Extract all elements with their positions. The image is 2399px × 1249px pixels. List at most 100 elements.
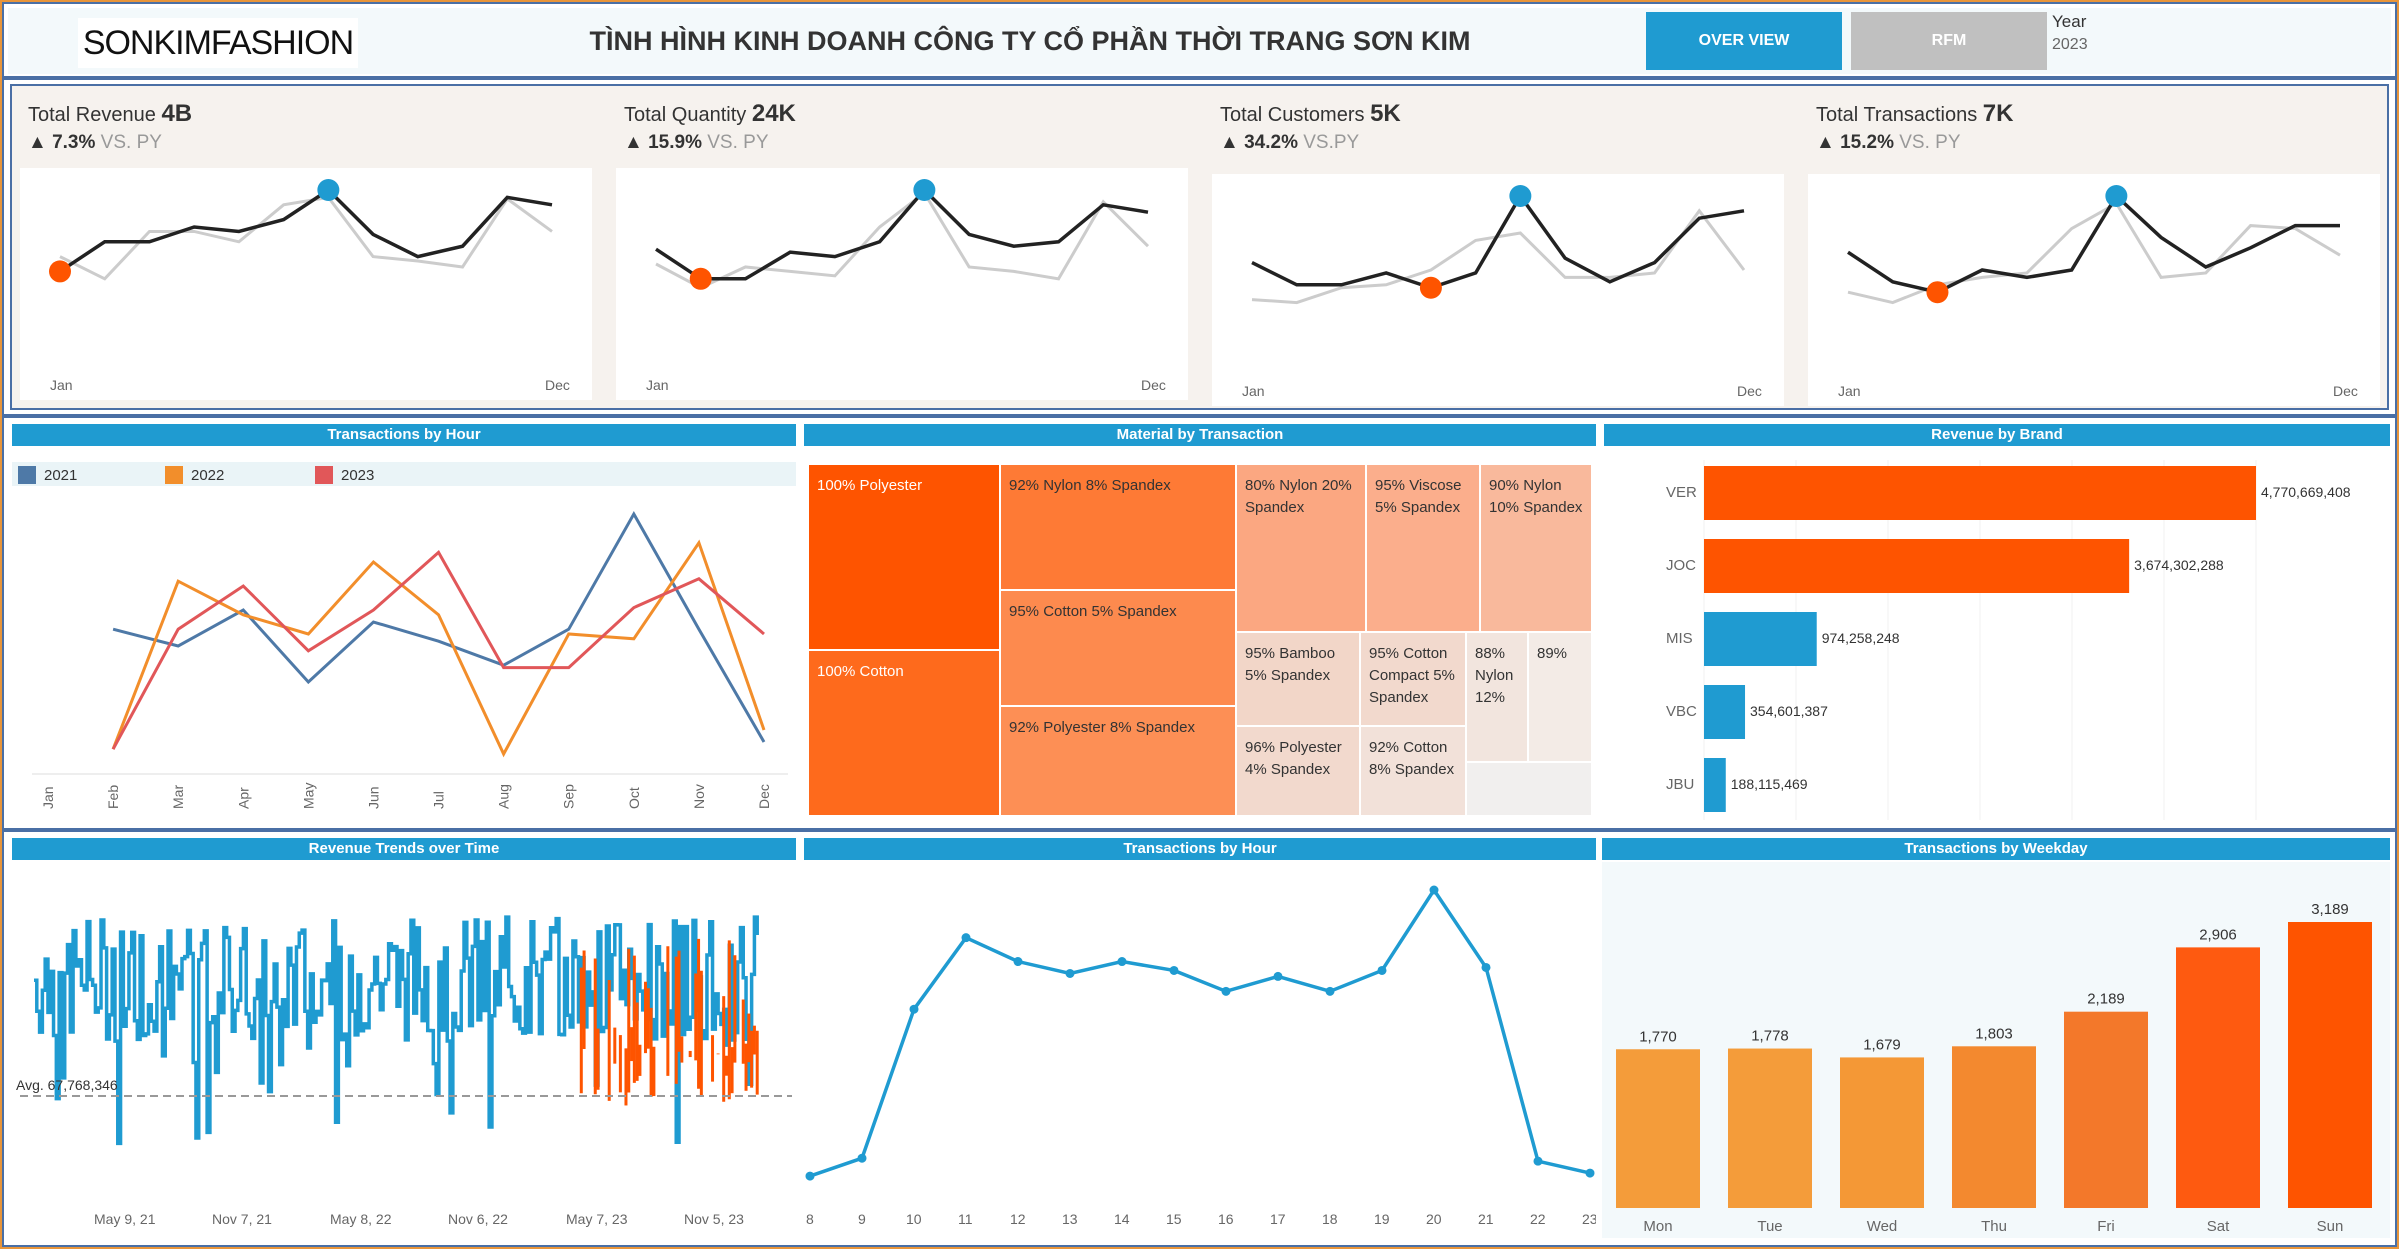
weekday-bar [2064,1011,2148,1208]
hour-point [1013,957,1023,967]
max-marker [2105,185,2128,207]
brand-bar [1704,612,1817,666]
treemap-cell[interactable]: 95% Cotton 5% Spandex [1000,590,1236,706]
x-tick-label: 19 [1374,1211,1390,1227]
hour-point [1429,885,1439,895]
hour-point [805,1171,815,1181]
treemap-cell[interactable]: 89% [1528,632,1592,762]
x-end-label: Dec [1141,377,1166,393]
tx-by-hour-year-panel: Transactions by Hour 2021 2022 2023 Jan F… [12,424,796,820]
max-marker [913,179,936,201]
treemap-cell[interactable]: 95% Viscose 5% Spandex [1366,464,1480,632]
hour-point [1377,965,1387,975]
hour-point [1585,1168,1595,1178]
brand-label: JOC [1666,557,1696,574]
x-end-label: Dec [1737,383,1762,399]
x-tick-label: Jun [365,786,381,809]
max-marker [317,179,340,201]
brand-bar-chart[interactable]: VER 4,770,669,408 JOC 3,674,302,288 MIS 974,2… [1604,424,2390,820]
series-line-2021 [112,510,766,743]
x-tick-label: 18 [1322,1211,1338,1227]
min-marker [1926,281,1949,304]
treemap-cell[interactable]: 92% Cotton 8% Spandex [1360,726,1466,816]
x-tick-label: May 8, 22 [330,1211,392,1227]
revenue-trend-chart[interactable]: Avg. 67,768,346 May 9, 21 Nov 7, 21 May 8, … [12,838,796,1238]
hour-point [1273,971,1283,981]
current-year-line [1847,193,2340,295]
rfm-button[interactable]: RFM [1851,12,2047,70]
x-tick-label: 17 [1270,1211,1286,1227]
treemap-cell[interactable] [1466,762,1592,816]
x-tick-label: Feb [105,785,121,809]
hour-point [1117,957,1127,967]
series-line-2023 [111,550,765,750]
treemap-cell[interactable]: 100% Cotton [808,650,1000,816]
x-start-label: Jan [1242,383,1265,399]
weekday-bar [1952,1046,2036,1208]
x-tick-label: 21 [1478,1211,1494,1227]
treemap-cell[interactable]: 88% Nylon 12% [1466,632,1528,762]
kpi-sparkline[interactable]: Jan Dec [1808,174,2380,406]
kpi-title: Total Quantity 24K [624,100,796,127]
weekday-value-label: 2,189 [2087,991,2125,1008]
kpi-card: Total Revenue 4B ▲ 7.3% VS. PY Jan Dec [12,86,592,412]
treemap-cell[interactable]: 90% Nylon 10% Spandex [1480,464,1592,632]
x-tick-label: Nov [691,784,707,809]
x-tick-label: Nov 5, 23 [684,1211,744,1227]
weekday-value-label: 2,906 [2199,926,2237,943]
x-tick-label: May [300,783,316,809]
weekday-bar [1840,1057,1924,1208]
kpi-change: ▲ 15.2% VS. PY [1816,132,1961,153]
brand-label: JBU [1666,776,1694,793]
hour-line-chart[interactable]: 8 9 10 11 12 13 14 15 16 17 18 19 20 21 22 23 [804,838,1596,1238]
treemap-cell[interactable]: 96% Polyester 4% Spandex [1236,726,1360,816]
material-treemap[interactable]: 100% Polyester 100% Cotton 92% Nylon 8% Sp… [808,464,1592,816]
kpi-change: ▲ 15.9% VS. PY [624,132,769,153]
kpi-sparkline[interactable]: Jan Dec [1212,174,1784,406]
brand-label: MIS [1666,630,1693,647]
hour-point [1481,962,1491,972]
treemap-cell[interactable]: 95% Cotton Compact 5% Spandex [1360,632,1466,726]
treemap-cell[interactable]: 100% Polyester [808,464,1000,650]
min-marker [689,267,712,290]
x-tick-label: Nov 7, 21 [212,1211,272,1227]
kpi-change: ▲ 34.2% VS.PY [1220,132,1360,153]
year-line-chart[interactable]: Jan Feb Mar Apr May Jun Jul Aug Sep Oct Nov Dec [12,424,796,820]
brand-bar [1704,539,2130,593]
weekday-bar-chart[interactable]: 1,770 Mon 1,778 Tue 1,679 Wed 1,803 Thu 2,189 Fri… [1602,838,2390,1238]
overview-button[interactable]: OVER VIEW [1646,12,1842,70]
divider [4,414,2395,418]
treemap-cell[interactable]: 80% Nylon 20% Spandex [1236,464,1366,632]
hour-point [857,1153,867,1163]
x-tick-label: 13 [1062,1211,1078,1227]
kpi-sparkline[interactable]: Jan Dec [616,168,1188,400]
weekday-label: Wed [1867,1218,1898,1235]
hour-point [1169,965,1179,975]
x-tick-label: Dec [756,784,772,809]
x-tick-label: Sep [561,784,577,809]
treemap-cell[interactable]: 95% Bamboo 5% Spandex [1236,632,1360,726]
weekday-bar [1616,1049,1700,1208]
weekday-label: Thu [1981,1218,2007,1235]
year-filter-value[interactable]: 2023 [2052,36,2088,54]
x-tick-label: 22 [1530,1211,1546,1227]
page-title: TÌNH HÌNH KINH DOANH CÔNG TY CỔ PHẦN THỜ… [589,26,1471,56]
x-tick-label: Jul [431,791,447,809]
weekday-value-label: 1,770 [1639,1028,1677,1045]
prev-year-line [655,190,1150,290]
treemap-cell[interactable]: 92% Nylon 8% Spandex [1000,464,1236,590]
x-tick-label: Apr [235,787,251,809]
kpi-sparkline[interactable]: Jan Dec [20,168,592,400]
x-tick-label: Nov 6, 22 [448,1211,508,1227]
x-tick-label: 14 [1114,1211,1130,1227]
kpi-title: Total Customers 5K [1220,100,1401,127]
x-tick-label: 8 [806,1211,814,1227]
x-start-label: Jan [646,377,669,393]
weekday-label: Fri [2097,1218,2115,1235]
min-marker [1419,276,1442,299]
current-year-line [655,187,1149,281]
brand-value-label: 974,258,248 [1822,630,1900,646]
revenue-trend-panel: Revenue Trends over Time Avg. 67,768,346… [12,838,796,1238]
treemap-cell[interactable]: 92% Polyester 8% Spandex [1000,706,1236,816]
x-tick-label: 20 [1426,1211,1442,1227]
